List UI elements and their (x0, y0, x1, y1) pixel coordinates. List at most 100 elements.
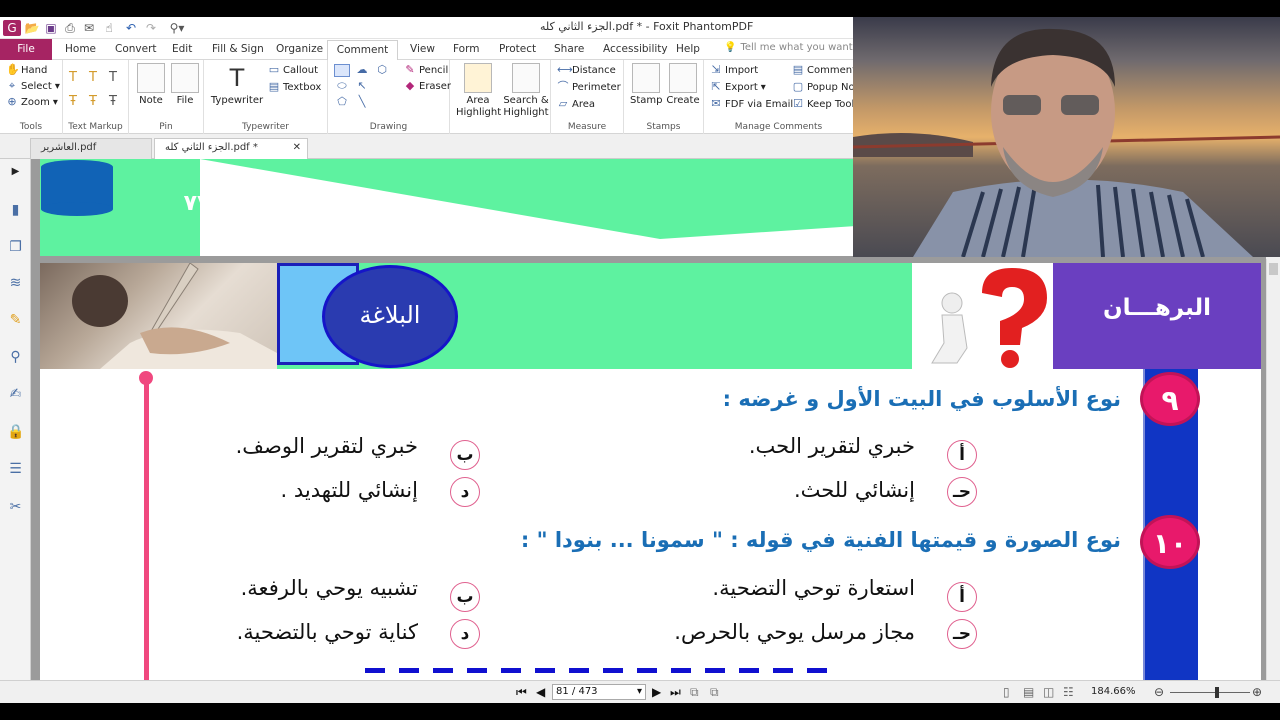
tab-edit[interactable]: Edit (164, 39, 200, 60)
typewriter-icon: T (229, 64, 245, 92)
callout-button[interactable]: ▭ Callout (268, 64, 318, 76)
tab-home[interactable]: Home (57, 39, 104, 60)
checkbox-icon: ☑ (793, 97, 803, 110)
fdf-email-button[interactable]: ✉ FDF via Email (710, 98, 793, 110)
vertical-scrollbar[interactable] (1266, 259, 1280, 680)
comment-summary-button[interactable]: ▤ Comment (792, 64, 856, 76)
ellipse-icon[interactable]: ⬭ (336, 80, 348, 92)
print-icon[interactable]: ⎙ (61, 20, 79, 36)
q10-letter-d: د (450, 619, 480, 649)
tools-icon[interactable]: ✂ (7, 499, 24, 516)
facing-icon[interactable]: ◫ (1043, 685, 1054, 699)
stamp-button[interactable]: Stamp (630, 63, 663, 107)
previous-page-icon[interactable]: ◀ (536, 685, 545, 699)
search-highlight-button[interactable]: Search & Highlight (502, 63, 550, 119)
area-highlight-button[interactable]: Area Highlight (456, 63, 501, 119)
last-page-icon[interactable]: ⏭ (670, 685, 681, 700)
customize-icon[interactable]: ⚲▾ (163, 20, 191, 36)
continuous-facing-icon[interactable]: ☷ (1063, 685, 1074, 699)
next-view-icon[interactable]: ⧉ (710, 685, 719, 700)
scroll-thumb[interactable] (1269, 263, 1278, 275)
tab-protect[interactable]: Protect (491, 39, 544, 60)
hand-tool-button[interactable]: ✋ Hand (6, 64, 47, 76)
open-icon[interactable]: 📂 (23, 20, 41, 36)
page-number-value: 81 / 473 (556, 686, 598, 697)
pentagon-icon[interactable]: ⬠ (336, 96, 348, 108)
continuous-icon[interactable]: ▤ (1023, 685, 1034, 699)
textbox-button[interactable]: ▤ Textbox (268, 81, 322, 93)
content-icon[interactable]: ☰ (7, 461, 24, 478)
single-page-icon[interactable]: ▯ (1003, 685, 1010, 699)
file-attach-button[interactable]: File (170, 63, 200, 107)
oval-cloud-icon[interactable]: ☁ (356, 64, 368, 76)
pencil-label: Pencil (419, 64, 449, 76)
popup-notes-button[interactable]: ▢ Popup Not (792, 81, 859, 93)
zoom-slider[interactable] (1170, 692, 1250, 693)
mail-icon[interactable]: ✉ (80, 20, 98, 36)
polygon-icon[interactable]: ⬡ (376, 64, 388, 76)
cursor-icon[interactable]: ☝ (100, 20, 118, 36)
export-button[interactable]: ⇱ Export ▾ (710, 81, 765, 93)
perimeter-button[interactable]: ⌒ Perimeter (557, 81, 621, 93)
import-button[interactable]: ⇲ Import (710, 64, 758, 76)
underline-icon[interactable]: T (109, 70, 117, 85)
tell-me-search[interactable]: 💡 Tell me what you want to (724, 42, 866, 53)
tab-share[interactable]: Share (546, 39, 592, 60)
create-stamp-button[interactable]: Create (666, 63, 700, 107)
zoom-in-icon[interactable]: ⊕ (1252, 685, 1262, 699)
note-button[interactable]: Note (136, 63, 166, 107)
keep-tool-checkbox[interactable]: ☑ Keep Tool (792, 98, 854, 110)
undo-icon[interactable]: ↶ (122, 20, 140, 36)
replace-text-icon[interactable]: Ŧ (89, 94, 97, 109)
pages-icon[interactable]: ❐ (7, 239, 24, 256)
tab-comment[interactable]: Comment (327, 40, 398, 61)
layers-icon[interactable]: ≋ (7, 275, 24, 292)
doc-tab-1-label: العاشرير.pdf (41, 142, 97, 153)
close-icon[interactable]: ✕ (293, 142, 301, 153)
squiggly-icon[interactable]: T (89, 70, 97, 85)
page-number-input[interactable]: 81 / 473 ▾ (552, 684, 646, 700)
redo-icon[interactable]: ↷ (142, 20, 160, 36)
expand-panel-icon[interactable]: ▶ (7, 163, 24, 180)
signature-icon[interactable]: ✍ (7, 386, 24, 403)
distance-button[interactable]: ⟷ Distance (557, 64, 616, 76)
highlight-text-icon[interactable]: T (69, 70, 77, 85)
zoom-out-icon[interactable]: ⊖ (1154, 685, 1164, 699)
arrow-icon[interactable]: ↖ (356, 80, 368, 92)
next-page-icon[interactable]: ▶ (652, 685, 661, 699)
rectangle-icon[interactable] (334, 64, 350, 77)
tell-me-text: Tell me what you want to (740, 42, 866, 53)
manage-comments-group-label: Manage Comments (734, 122, 823, 132)
q10-option-c: مجاز مرسل يوحي بالحرص. (674, 620, 915, 644)
tab-file[interactable]: File (0, 39, 52, 60)
tab-convert[interactable]: Convert (107, 39, 165, 60)
zoom-slider-thumb[interactable] (1215, 687, 1219, 698)
tab-fill-sign[interactable]: Fill & Sign (204, 39, 272, 60)
tab-view[interactable]: View (402, 39, 443, 60)
q10-option-b: تشبيه يوحي بالرفعة. (240, 576, 418, 600)
strikeout-icon[interactable]: Ŧ (69, 94, 77, 109)
zoom-tool-button[interactable]: ⊕ Zoom ▾ (6, 96, 57, 108)
area-measure-button[interactable]: ▱ Area (557, 98, 595, 110)
tab-help[interactable]: Help (668, 39, 708, 60)
pencil-button[interactable]: ✎ Pencil (404, 64, 448, 76)
select-tool-button[interactable]: ⌖ Select ▾ (6, 80, 60, 92)
previous-view-icon[interactable]: ⧉ (690, 685, 699, 700)
bookmark-icon[interactable]: ▮ (7, 202, 24, 219)
tab-organize[interactable]: Organize (268, 39, 331, 60)
tab-accessibility[interactable]: Accessibility (595, 39, 676, 60)
question-9-number: ٩ (1140, 372, 1200, 426)
comments-icon[interactable]: ✎ (7, 312, 24, 329)
first-page-icon[interactable]: ⏮ (516, 685, 527, 700)
doc-tab-1[interactable]: العاشرير.pdf (30, 138, 152, 159)
arrow-shape-icon: ↖ (357, 79, 367, 92)
lock-icon[interactable]: 🔒 (7, 424, 24, 441)
tab-form[interactable]: Form (445, 39, 487, 60)
doc-tab-2[interactable]: الجزء الثاني كله.pdf * ✕ (154, 138, 308, 159)
insert-text-icon[interactable]: Ŧ (109, 94, 117, 109)
eraser-button[interactable]: ◆ Eraser (404, 80, 451, 92)
line-icon[interactable]: ╲ (356, 96, 368, 108)
attachment-icon[interactable]: ⚲ (7, 349, 24, 366)
typewriter-button[interactable]: T Typewriter (210, 63, 264, 107)
save-icon[interactable]: ▣ (42, 20, 60, 36)
